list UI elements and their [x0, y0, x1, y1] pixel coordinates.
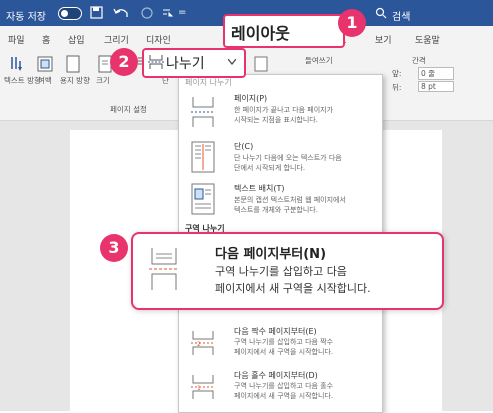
tab-view[interactable]: 보기: [375, 33, 392, 46]
tab-insert[interactable]: 삽입: [68, 33, 85, 46]
group-page-setup: 페이지 설정: [110, 105, 147, 114]
autosave-label: 자동 저장: [6, 12, 46, 23]
chevron-down-icon: [228, 59, 236, 65]
spacing-label: 간격: [412, 56, 426, 65]
step-badge-1: 1: [338, 9, 366, 37]
odd-page-icon: 1: [191, 375, 215, 399]
page-break-icon: [191, 97, 215, 127]
next-page-title: 다음 페이지부터(N): [215, 247, 327, 262]
redo-icon[interactable]: [140, 6, 154, 20]
menu-item-title: 텍스트 배치(T): [234, 184, 285, 193]
column-break-icon: [191, 141, 215, 173]
next-page-icon: [149, 248, 179, 290]
search-icon: [375, 7, 387, 19]
menu-item-odd-page[interactable]: 1 다음 홀수 페이지부터(D) 구역 나누기를 삽입하고 다음 홀수 페이지에…: [179, 367, 382, 409]
menu-item-text-wrapping[interactable]: 텍스트 배치(T) 본문의 캡션 텍스트처럼 웹 페이지에서 텍스트를 개체와 …: [179, 179, 382, 221]
next-page-desc-line2: 페이지에서 새 구역을 시작합니다.: [215, 282, 371, 295]
watermark-icon[interactable]: [253, 56, 269, 72]
spacing-after-input[interactable]: 8 pt: [418, 81, 454, 92]
tab-design[interactable]: 디자인: [146, 33, 171, 46]
spacing-before-label: 앞:: [392, 69, 402, 78]
menu-item-desc: 시작되는 지점을 표시합니다.: [234, 116, 318, 124]
save-icon[interactable]: [90, 6, 104, 20]
menu-item-desc: 페이지에서 새 구역을 시작합니다.: [234, 348, 334, 356]
even-page-icon: 2: [191, 331, 215, 355]
tab-home[interactable]: 홈: [42, 33, 50, 46]
tab-file[interactable]: 파일: [8, 33, 25, 46]
menu-item-next-page[interactable]: 다음 페이지부터(N) 구역 나누기를 삽입하고 다음 페이지에서 새 구역을 …: [131, 232, 444, 310]
orientation-label: 용지 방향: [60, 76, 90, 85]
text-wrapping-icon: [191, 183, 215, 215]
step-badge-2: 2: [110, 48, 138, 76]
tab-layout[interactable]: 레이아웃: [231, 20, 290, 44]
autosave-toggle[interactable]: [58, 7, 82, 20]
text-direction-icon[interactable]: [8, 55, 26, 73]
orientation-icon[interactable]: [64, 55, 82, 73]
menu-header-page-breaks: 페이지 나누기: [185, 78, 232, 87]
menu-item-title: 단(C): [234, 142, 254, 151]
size-label: 크기: [96, 76, 110, 85]
menu-item-page-break[interactable]: 페이지(P) 한 페이지가 끝나고 다음 페이지가 시작되는 지점을 표시합니다…: [179, 89, 382, 137]
menu-item-desc: 페이지에서 새 구역을 시작합니다.: [234, 392, 334, 400]
menu-item-column-break[interactable]: 단(C) 단 나누기 다음에 오는 텍스트가 다음 단에서 시작되게 합니다.: [179, 137, 382, 179]
menu-item-desc: 구역 나누기를 삽입하고 다음 짝수: [234, 338, 334, 346]
layout-tab-highlight[interactable]: 레이아웃: [223, 14, 345, 48]
breaks-button-highlight[interactable]: 나누기: [142, 48, 246, 78]
margins-label: 여백: [38, 76, 52, 85]
margins-icon[interactable]: [36, 55, 54, 73]
tab-help[interactable]: 도움말: [415, 33, 440, 46]
tab-draw[interactable]: 그리기: [104, 33, 129, 46]
spacing-after-label: 뒤:: [392, 83, 402, 92]
menu-item-even-page[interactable]: 2 다음 짝수 페이지부터(E) 구역 나누기를 삽입하고 다음 짝수 페이지에…: [179, 323, 382, 365]
spacing-before-input[interactable]: 0 줄: [418, 67, 454, 80]
text-direction-label: 텍스트 방향: [4, 76, 41, 85]
undo-icon[interactable]: [112, 6, 132, 20]
menu-item-desc: 단에서 시작되게 합니다.: [234, 164, 306, 172]
menu-item-title: 페이지(P): [234, 94, 268, 103]
breaks-icon: [148, 55, 164, 69]
menu-item-desc: 단 나누기 다음에 오는 텍스트가 다음: [234, 154, 342, 162]
search-box[interactable]: 검색: [392, 8, 410, 23]
indent-label: 들여쓰기: [305, 56, 333, 65]
menu-item-desc: 텍스트를 개체와 구분합니다.: [234, 206, 318, 214]
customize-toolbar-icon[interactable]: [160, 6, 174, 20]
menu-item-desc: 본문의 캡션 텍스트처럼 웹 페이지에서: [234, 196, 346, 204]
menu-item-title: 다음 짝수 페이지부터(E): [234, 327, 317, 336]
menu-item-title: 다음 홀수 페이지부터(D): [234, 371, 318, 380]
breaks-button-label: 나누기: [166, 56, 205, 72]
qat-dropdown-icon[interactable]: =: [178, 7, 186, 18]
menu-item-desc: 한 페이지가 끝나고 다음 페이지가: [234, 106, 334, 114]
next-page-desc-line1: 구역 나누기를 삽입하고 다음: [215, 265, 347, 278]
step-badge-3: 3: [100, 234, 128, 262]
menu-item-desc: 구역 나누기를 삽입하고 다음 홀수: [234, 382, 334, 390]
